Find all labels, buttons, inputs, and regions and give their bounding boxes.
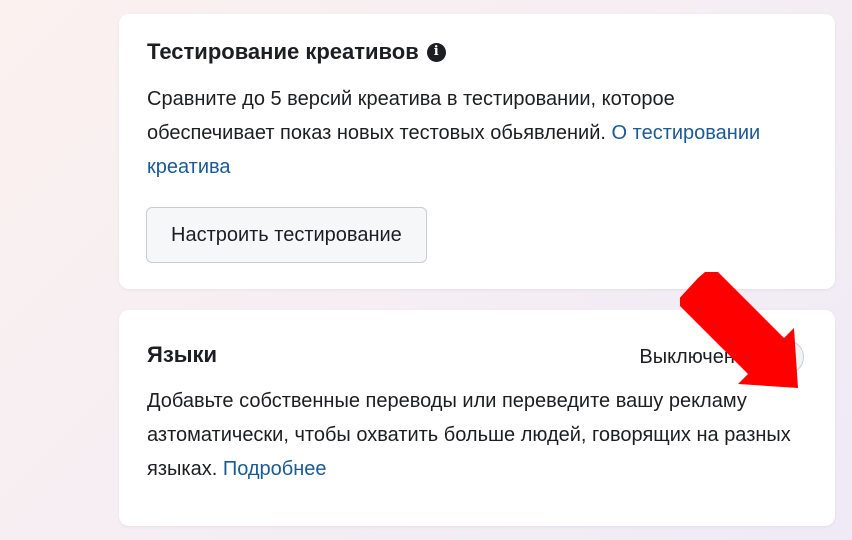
setup-testing-button[interactable]: Настроить тестирование	[146, 207, 427, 263]
info-icon[interactable]: i	[426, 42, 446, 62]
creative-testing-title: Тестирование креативов	[147, 39, 419, 64]
creative-testing-description: Сравните до 5 версий креатива в тестиров…	[147, 88, 675, 144]
languages-learn-more-link[interactable]: Подробнее	[223, 458, 327, 480]
red-arrow-shape	[680, 272, 798, 388]
creative-testing-description-block: Сравните до 5 версий креатива в тестиров…	[147, 82, 795, 184]
creative-testing-card: Тестирование креативов i Сравните до 5 в…	[119, 14, 835, 289]
languages-title: Языки	[147, 342, 218, 367]
red-arrow-icon	[680, 272, 798, 388]
creative-testing-title-row: Тестирование креативов i	[147, 38, 446, 66]
